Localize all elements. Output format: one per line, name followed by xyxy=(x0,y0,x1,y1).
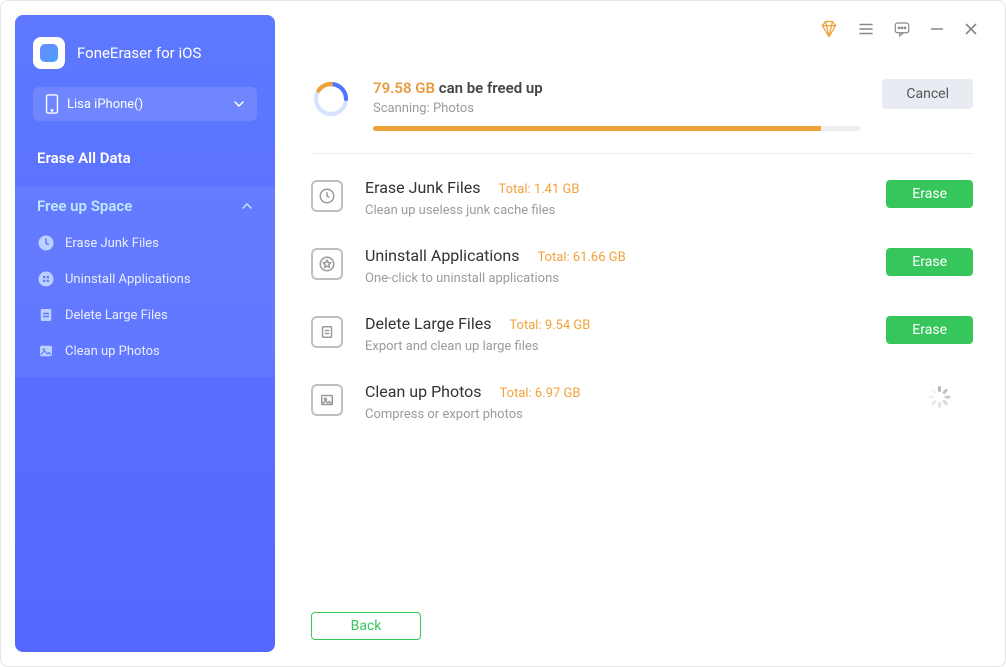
apps-icon xyxy=(37,270,55,288)
app-window: FoneEraser for iOS Lisa iPhone() Erase A… xyxy=(0,0,1006,667)
sidebar-item-label: Uninstall Applications xyxy=(65,272,191,287)
row-erase-junk-files: Erase Junk Files Total: 1.41 GB Clean up… xyxy=(311,164,973,232)
scan-spinner-icon xyxy=(311,79,351,119)
item-title: Erase Junk Files xyxy=(365,178,481,197)
window-controls xyxy=(819,19,979,39)
device-selector[interactable]: Lisa iPhone() xyxy=(33,87,257,121)
photo-outline-icon xyxy=(311,384,343,416)
item-title: Clean up Photos xyxy=(365,382,482,401)
scan-status-text: Scanning: Photos xyxy=(373,101,860,116)
erase-button[interactable]: Erase xyxy=(886,248,973,276)
file-outline-icon xyxy=(311,316,343,348)
back-button[interactable]: Back xyxy=(311,612,421,640)
item-total: Total: 1.41 GB xyxy=(499,182,580,197)
diamond-icon[interactable] xyxy=(819,19,839,39)
scan-progress-bar xyxy=(373,126,860,131)
sidebar-item-label: Clean up Photos xyxy=(65,344,160,359)
main-panel: 79.58 GB can be freed up Scanning: Photo… xyxy=(275,1,1005,666)
nav-free-up-space[interactable]: Free up Space xyxy=(15,187,275,225)
scan-summary: 79.58 GB can be freed up xyxy=(373,79,860,97)
scan-progress-fill xyxy=(373,126,821,131)
loading-spinner-icon xyxy=(927,386,949,408)
erase-button[interactable]: Erase xyxy=(886,316,973,344)
sidebar-item-erase-junk-files[interactable]: Erase Junk Files xyxy=(15,225,275,261)
chevron-up-icon xyxy=(241,200,253,212)
nav-submenu: Erase Junk Files Uninstall Applications … xyxy=(15,225,275,377)
sidebar-item-delete-large-files[interactable]: Delete Large Files xyxy=(15,297,275,333)
nav-free-up-space-section: Free up Space Erase Junk Files Uninstall… xyxy=(15,187,275,377)
sidebar: FoneEraser for iOS Lisa iPhone() Erase A… xyxy=(15,15,275,652)
row-clean-up-photos: Clean up Photos Total: 6.97 GB Compress … xyxy=(311,368,973,436)
row-uninstall-applications: Uninstall Applications Total: 61.66 GB O… xyxy=(311,232,973,300)
minimize-button[interactable] xyxy=(929,21,945,37)
freed-size: 79.58 GB xyxy=(373,79,435,97)
app-logo-icon xyxy=(33,37,65,69)
star-outline-icon xyxy=(311,248,343,280)
item-desc: One-click to uninstall applications xyxy=(365,271,864,286)
app-title: FoneEraser for iOS xyxy=(77,44,201,62)
clock-outline-icon xyxy=(311,180,343,212)
item-desc: Clean up useless junk cache files xyxy=(365,203,864,218)
freed-suffix: can be freed up xyxy=(435,79,543,97)
sidebar-item-label: Delete Large Files xyxy=(65,308,168,323)
item-title: Delete Large Files xyxy=(365,314,491,333)
sidebar-item-uninstall-applications[interactable]: Uninstall Applications xyxy=(15,261,275,297)
brand: FoneEraser for iOS xyxy=(15,29,275,87)
feedback-icon[interactable] xyxy=(893,20,911,38)
item-title: Uninstall Applications xyxy=(365,246,520,265)
sidebar-item-label: Erase Junk Files xyxy=(65,236,159,251)
menu-icon[interactable] xyxy=(857,20,875,38)
nav-erase-all-data[interactable]: Erase All Data xyxy=(15,139,275,177)
item-total: Total: 9.54 GB xyxy=(509,318,590,333)
photo-icon xyxy=(37,342,55,360)
clock-icon xyxy=(37,234,55,252)
row-delete-large-files: Delete Large Files Total: 9.54 GB Export… xyxy=(311,300,973,368)
phone-icon xyxy=(45,94,59,114)
item-total: Total: 61.66 GB xyxy=(537,250,625,265)
chevron-down-icon xyxy=(233,98,245,110)
file-icon xyxy=(37,306,55,324)
item-desc: Compress or export photos xyxy=(365,407,905,422)
cancel-button[interactable]: Cancel xyxy=(882,79,973,109)
device-name: Lisa iPhone() xyxy=(67,97,233,112)
scan-status-row: 79.58 GB can be freed up Scanning: Photo… xyxy=(311,79,973,131)
item-total: Total: 6.97 GB xyxy=(500,386,581,401)
sidebar-item-clean-up-photos[interactable]: Clean up Photos xyxy=(15,333,275,369)
divider xyxy=(311,153,973,154)
item-desc: Export and clean up large files xyxy=(365,339,864,354)
close-button[interactable] xyxy=(963,21,979,37)
nav-free-up-space-label: Free up Space xyxy=(37,197,241,215)
erase-button[interactable]: Erase xyxy=(886,180,973,208)
